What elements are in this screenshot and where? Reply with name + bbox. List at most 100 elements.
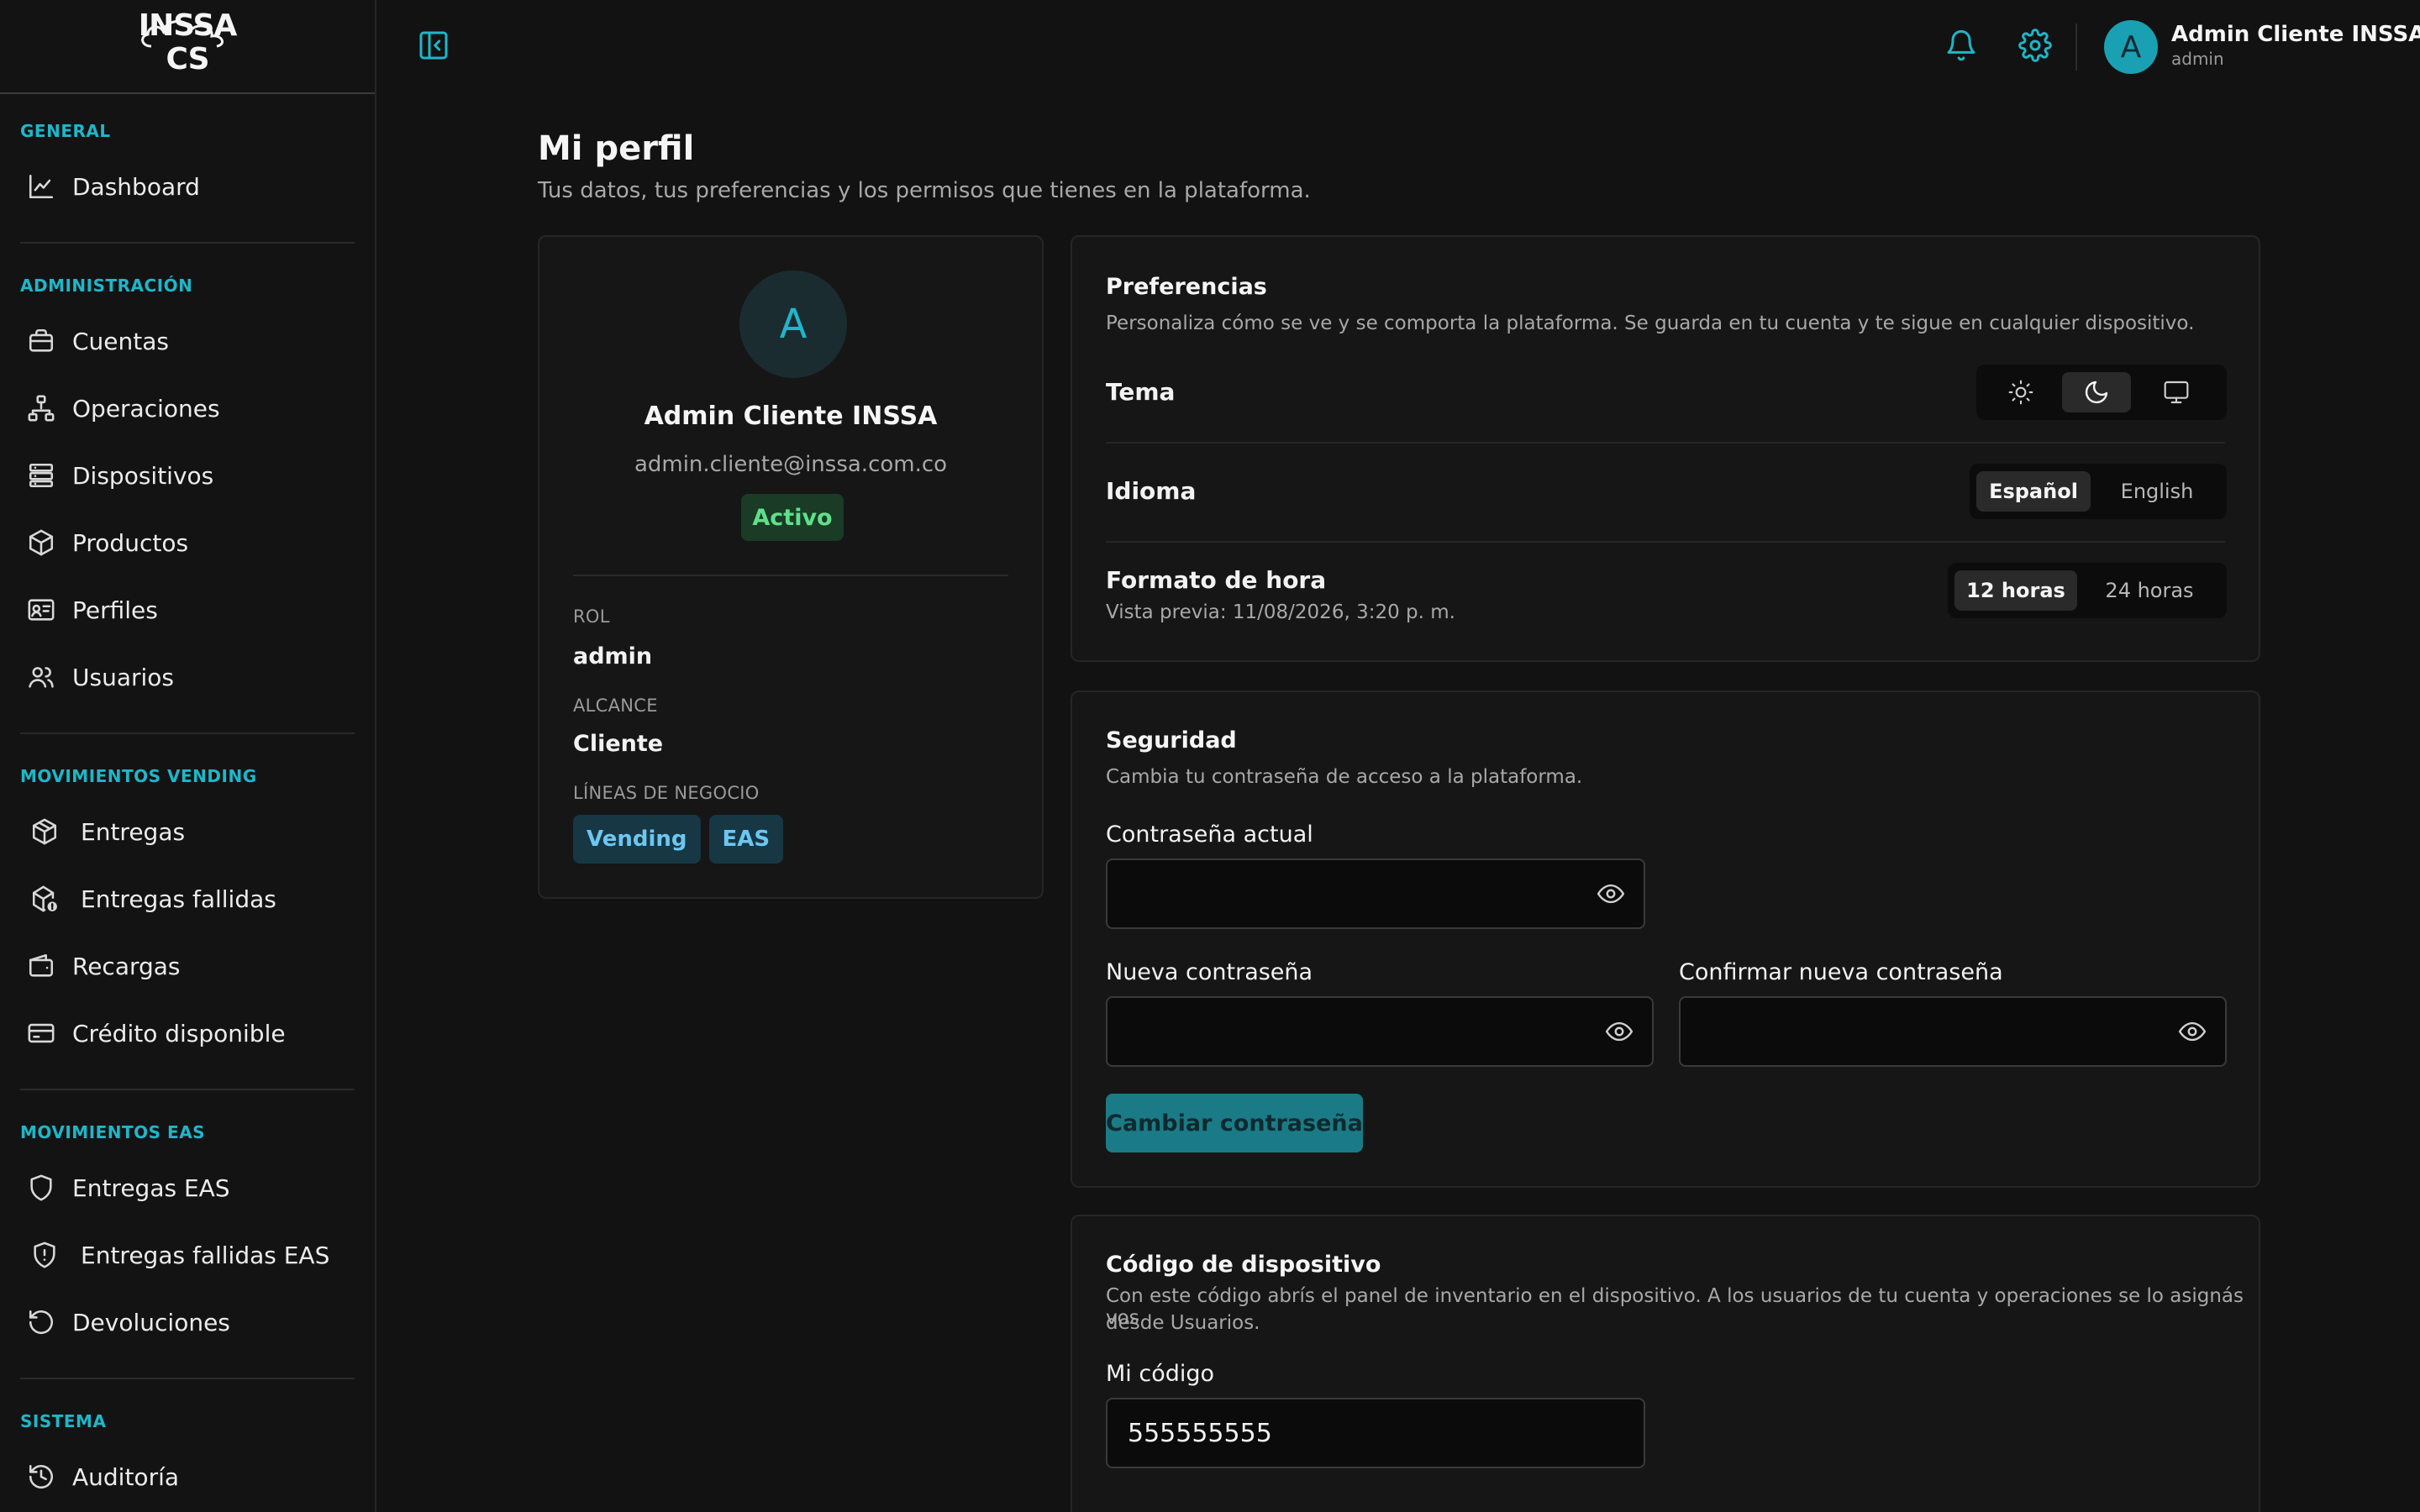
- theme-label: Tema: [1106, 378, 1176, 406]
- id-card-icon: [25, 594, 57, 626]
- device-code-field: [1106, 1398, 1645, 1468]
- shield-alert-icon: [29, 1239, 60, 1271]
- show-current-password-button[interactable]: [1597, 879, 1625, 908]
- language-label: Idioma: [1106, 477, 1197, 505]
- sidebar-item-label: Entregas fallidas EAS: [81, 1241, 330, 1269]
- scope-label: ALCANCE: [573, 696, 658, 716]
- language-option-es[interactable]: Español: [1976, 471, 2091, 512]
- time-format-label: Formato de hora: [1106, 566, 1327, 594]
- language-selector: Español English: [1970, 464, 2227, 519]
- sidebar-item-entregas[interactable]: Entregas: [20, 798, 355, 865]
- current-password-input[interactable]: [1107, 860, 1644, 927]
- sidebar-item-entregas-fallidas-eas[interactable]: Entregas fallidas EAS: [20, 1221, 355, 1289]
- time-preview: Vista previa: 11/08/2026, 3:20 p. m.: [1106, 601, 1455, 623]
- sun-icon: [2008, 380, 2033, 405]
- sidebar-item-label: Productos: [72, 528, 189, 557]
- theme-dark-option[interactable]: [2062, 372, 2131, 412]
- history-icon: [25, 1461, 57, 1493]
- confirm-password-input[interactable]: [1681, 998, 2225, 1065]
- eye-icon: [1605, 1021, 1634, 1042]
- brand-logo-text: INSSA CS: [138, 8, 238, 76]
- credit-card-icon: [25, 1017, 57, 1049]
- sidebar-item-recargas[interactable]: Recargas: [20, 932, 355, 1000]
- sidebar-item-usuarios[interactable]: Usuarios: [20, 643, 355, 711]
- time-format-24h[interactable]: 24 horas: [2081, 570, 2218, 611]
- device-code-input[interactable]: [1107, 1399, 1644, 1467]
- device-code-card: Código de dispositivo Con este código ab…: [1071, 1215, 2260, 1512]
- current-password-field: [1106, 858, 1645, 929]
- sidebar-nav: GENERAL Dashboard ADMINISTRACIÓN Cuentas: [0, 94, 375, 1510]
- new-password-label: Nueva contraseña: [1106, 959, 1313, 985]
- sidebar-item-cuentas[interactable]: Cuentas: [20, 307, 355, 375]
- profile-avatar: A: [739, 270, 847, 378]
- device-code-description-cont: desde Usuarios.: [1106, 1312, 1260, 1334]
- status-badge: Activo: [741, 494, 844, 541]
- sidebar-item-entregas-fallidas[interactable]: Entregas fallidas: [20, 865, 355, 932]
- sidebar-item-label: Auditoría: [72, 1462, 180, 1491]
- business-line-chip: EAS: [708, 815, 784, 864]
- change-password-button[interactable]: Cambiar contraseña: [1106, 1094, 1363, 1152]
- show-new-password-button[interactable]: [1605, 1017, 1634, 1046]
- section-label: MOVIMIENTOS EAS: [20, 1122, 206, 1142]
- sidebar-item-operaciones[interactable]: Operaciones: [20, 375, 355, 442]
- panel-left-icon: [419, 31, 448, 60]
- topbar-divider: [2075, 24, 2077, 71]
- logo-area: INSSA CS: [0, 0, 375, 94]
- network-icon: [25, 392, 57, 424]
- sidebar-item-auditoria[interactable]: Auditoría: [20, 1443, 355, 1510]
- nav-section-administracion: ADMINISTRACIÓN Cuentas Operaciones Dispo…: [20, 242, 355, 711]
- page-subtitle: Tus datos, tus preferencias y los permis…: [538, 178, 1311, 203]
- language-option-en[interactable]: English: [2094, 471, 2220, 512]
- sidebar-item-dispositivos[interactable]: Dispositivos: [20, 442, 355, 509]
- sidebar-item-credito-disponible[interactable]: Crédito disponible: [20, 1000, 355, 1067]
- sidebar-item-label: Entregas fallidas: [81, 885, 276, 913]
- user-role: admin: [2171, 49, 2224, 69]
- sidebar-item-productos[interactable]: Productos: [20, 509, 355, 576]
- profile-name: Admin Cliente INSSA: [644, 402, 938, 431]
- eye-icon: [2178, 1021, 2207, 1042]
- user-avatar[interactable]: A: [2104, 20, 2158, 74]
- theme-light-option[interactable]: [1983, 372, 2059, 412]
- monitor-icon: [2164, 381, 2189, 404]
- moon-icon: [2085, 381, 2108, 404]
- theme-selector: [1976, 365, 2227, 420]
- preferences-card: Preferencias Personaliza cómo se ve y se…: [1071, 235, 2260, 662]
- sidebar-item-devoluciones[interactable]: Devoluciones: [20, 1289, 355, 1356]
- brand-logo[interactable]: INSSA CS: [133, 9, 242, 76]
- server-icon: [25, 459, 57, 491]
- sidebar-toggle-button[interactable]: [417, 29, 454, 66]
- sidebar-item-label: Devoluciones: [72, 1308, 230, 1336]
- business-line-chip: Vending: [573, 815, 701, 864]
- sidebar-item-perfiles[interactable]: Perfiles: [20, 576, 355, 643]
- preferences-divider: [1106, 442, 2225, 444]
- sidebar-item-label: Entregas: [81, 817, 186, 846]
- section-label: MOVIMIENTOS VENDING: [20, 766, 257, 786]
- nav-section-sistema: SISTEMA Auditoría: [20, 1378, 355, 1510]
- sidebar-item-label: Dispositivos: [72, 461, 214, 490]
- sidebar-item-label: Crédito disponible: [72, 1019, 286, 1047]
- device-code-label: Mi código: [1106, 1361, 1215, 1387]
- notifications-button[interactable]: [1944, 29, 1981, 66]
- security-card: Seguridad Cambia tu contraseña de acceso…: [1071, 690, 2260, 1188]
- settings-button[interactable]: [2018, 29, 2055, 66]
- sidebar-item-entregas-eas[interactable]: Entregas EAS: [20, 1154, 355, 1221]
- nav-section-general: GENERAL Dashboard: [20, 113, 355, 220]
- current-password-label: Contraseña actual: [1106, 822, 1313, 848]
- section-label: SISTEMA: [20, 1411, 107, 1431]
- user-name[interactable]: Admin Cliente INSSA: [2171, 22, 2420, 47]
- show-confirm-password-button[interactable]: [2178, 1017, 2207, 1046]
- rotate-ccw-icon: [25, 1306, 57, 1338]
- users-icon: [25, 661, 57, 693]
- role-label: ROL: [573, 606, 610, 627]
- theme-system-option[interactable]: [2134, 372, 2218, 412]
- topbar: A Admin Cliente INSSA admin: [378, 0, 2420, 94]
- box-icon: [25, 527, 57, 559]
- profile-email: admin.cliente@inssa.com.co: [634, 452, 948, 477]
- sidebar-item-dashboard[interactable]: Dashboard: [20, 153, 355, 220]
- scope-value: Cliente: [573, 731, 664, 757]
- time-format-12h[interactable]: 12 horas: [1954, 570, 2077, 611]
- security-title: Seguridad: [1106, 727, 1237, 753]
- profile-divider: [573, 575, 1008, 576]
- sidebar-item-label: Perfiles: [72, 596, 158, 624]
- new-password-input[interactable]: [1107, 998, 1652, 1065]
